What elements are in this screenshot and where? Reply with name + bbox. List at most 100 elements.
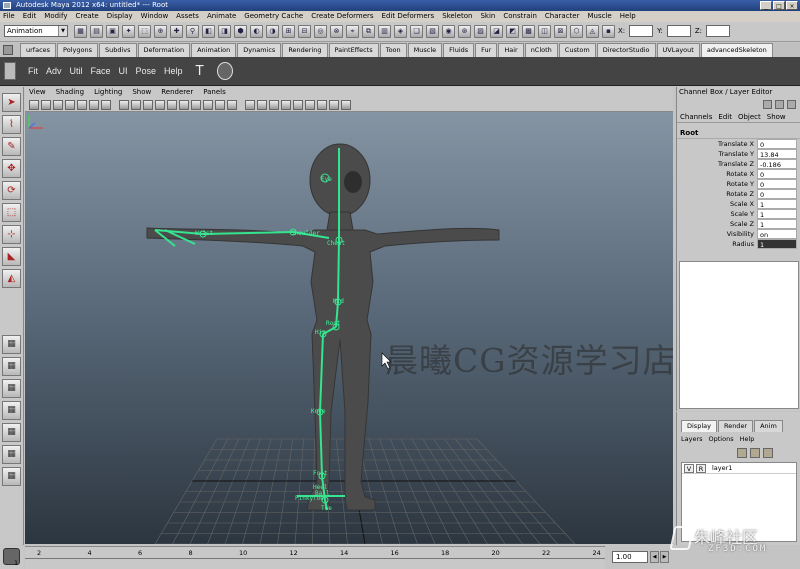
joint-label-mid[interactable]: Mid [333, 298, 344, 305]
layer-tab-render[interactable]: Render [717, 420, 754, 432]
menu-display[interactable]: Display [107, 11, 133, 22]
shelf-button-face[interactable]: Face [91, 62, 111, 80]
panel-menu-lighting[interactable]: Lighting [94, 87, 122, 98]
channel-menu-edit[interactable]: Edit [718, 111, 732, 122]
channel-name[interactable]: Scale X [677, 199, 757, 209]
shelf-tab-dynamics[interactable]: Dynamics [237, 43, 282, 57]
channel-value-radius[interactable]: 1 [757, 239, 797, 249]
perspective-viewport[interactable]: Eye Wrist Shoulder Chest Mid Root Hip Knee Foot H… [25, 112, 673, 544]
joint-label-toe[interactable]: Toe [321, 505, 332, 512]
lasso-tool-icon[interactable]: ⌇ [2, 115, 21, 134]
channel-value-visibility[interactable]: on [757, 229, 797, 239]
panel-toolbar-icon[interactable] [143, 100, 153, 110]
status-tool-icon[interactable]: ▩ [522, 25, 535, 38]
shelf-button-ui[interactable]: UI [119, 62, 128, 80]
layer-options-icon[interactable] [763, 448, 773, 458]
joint-label-wrist[interactable]: Wrist [195, 230, 213, 237]
layer-name[interactable]: layer1 [712, 464, 732, 472]
panel-menu-panels[interactable]: Panels [203, 87, 226, 98]
channel-value-translate-z[interactable]: -0.186 [757, 159, 797, 169]
menu-skeleton[interactable]: Skeleton [442, 11, 472, 22]
close-button[interactable]: × [786, 1, 798, 10]
uv-layout-icon[interactable]: ▦ [2, 467, 21, 486]
channel-value-rotate-y[interactable]: 0 [757, 179, 797, 189]
last-tool-icon[interactable]: ◣ [2, 247, 21, 266]
scale-tool-icon[interactable]: ⬚ [2, 203, 21, 222]
menu-muscle[interactable]: Muscle [587, 11, 611, 22]
channel-name[interactable]: Translate X [677, 139, 757, 149]
status-tool-icon[interactable]: ▪ [602, 25, 615, 38]
panel-toolbar-icon[interactable] [245, 100, 255, 110]
status-tool-icon[interactable]: ▣ [106, 25, 119, 38]
menu-constrain[interactable]: Constrain [503, 11, 537, 22]
channel-name[interactable]: Rotate Z [677, 189, 757, 199]
shelf-tab-rendering[interactable]: Rendering [282, 43, 328, 57]
channel-value-scale-y[interactable]: 1 [757, 209, 797, 219]
panel-toolbar-icon[interactable] [101, 100, 111, 110]
tpose-icon[interactable]: T [191, 62, 209, 80]
panel-toolbar-icon[interactable] [317, 100, 327, 110]
status-tool-icon[interactable]: ◎ [314, 25, 327, 38]
menu-animate[interactable]: Animate [207, 11, 236, 22]
layer-reference-toggle[interactable]: R [696, 463, 706, 473]
panel-toolbar-icon[interactable] [269, 100, 279, 110]
channel-value-scale-x[interactable]: 1 [757, 199, 797, 209]
shelf-tab-directorstudio[interactable]: DirectorStudio [596, 43, 656, 57]
manipulator-tool-icon[interactable]: ⊹ [2, 225, 21, 244]
layer-tab-anim[interactable]: Anim [754, 420, 783, 432]
channel-name[interactable]: Rotate X [677, 169, 757, 179]
menu-window[interactable]: Window [141, 11, 169, 22]
paint-tool-icon[interactable]: ✎ [2, 137, 21, 156]
menu-file[interactable]: File [3, 11, 15, 22]
panel-toolbar-icon[interactable] [179, 100, 189, 110]
channel-name[interactable]: Rotate Y [677, 179, 757, 189]
status-tool-icon[interactable]: ❑ [410, 25, 423, 38]
joint-label-foot[interactable]: Foot [313, 470, 327, 477]
menu-set-dropdown[interactable]: Animation ▼ [4, 25, 68, 37]
shelf-menu-button[interactable] [4, 62, 16, 80]
minimize-button[interactable]: _ [760, 1, 772, 10]
status-tool-icon[interactable]: ◪ [490, 25, 503, 38]
layer-menu-layers[interactable]: Layers [681, 434, 703, 444]
coord-y-input[interactable] [666, 25, 691, 37]
status-tool-icon[interactable]: ▦ [74, 25, 87, 38]
channel-name[interactable]: Translate Y [677, 149, 757, 159]
shelf-tab-toon[interactable]: Toon [379, 43, 407, 57]
layer-tab-display[interactable]: Display [681, 420, 717, 432]
status-tool-icon[interactable]: ▨ [474, 25, 487, 38]
shelf-tab-polygons[interactable]: Polygons [57, 43, 98, 57]
time-slider[interactable]: 1 2 4 6 8 10 12 14 16 18 20 22 24 [14, 546, 605, 569]
channel-menu-channels[interactable]: Channels [680, 111, 712, 122]
panel-toolbar-icon[interactable] [293, 100, 303, 110]
status-tool-icon[interactable]: ◫ [538, 25, 551, 38]
channel-menu-show[interactable]: Show [767, 111, 786, 122]
panel-toolbar-icon[interactable] [53, 100, 63, 110]
panel-toolbar-icon[interactable] [41, 100, 51, 110]
shelf-tab-fluids[interactable]: Fluids [443, 43, 475, 57]
maximize-button[interactable]: □ [773, 1, 785, 10]
joint-label-chest[interactable]: Chest [327, 240, 345, 247]
menu-help[interactable]: Help [620, 11, 636, 22]
status-tool-icon[interactable]: ▧ [426, 25, 439, 38]
status-tool-icon[interactable]: ◑ [266, 25, 279, 38]
menu-edit-deformers[interactable]: Edit Deformers [382, 11, 435, 22]
menu-skin[interactable]: Skin [480, 11, 495, 22]
menu-modify[interactable]: Modify [44, 11, 67, 22]
panel-menu-show[interactable]: Show [132, 87, 151, 98]
status-tool-icon[interactable]: ◨ [218, 25, 231, 38]
coord-x-input[interactable] [629, 25, 654, 37]
panel-toolbar-icon[interactable] [227, 100, 237, 110]
panel-toolbar-icon[interactable] [329, 100, 339, 110]
shelf-tab-painteffects[interactable]: PaintEffects [328, 43, 379, 57]
status-tool-icon[interactable]: ⊛ [458, 25, 471, 38]
layer-menu-options[interactable]: Options [709, 434, 734, 444]
panel-toolbar-icon[interactable] [215, 100, 225, 110]
status-tool-icon[interactable]: ◐ [250, 25, 263, 38]
shelf-tab-advancedskeleton[interactable]: advancedSkeleton [700, 43, 773, 57]
channel-menu-object[interactable]: Object [738, 111, 761, 122]
status-tool-icon[interactable]: ◧ [202, 25, 215, 38]
panel-toolbar-icon[interactable] [281, 100, 291, 110]
shelf-button-help[interactable]: Help [164, 62, 183, 80]
channel-value-translate-x[interactable]: 0 [757, 139, 797, 149]
menu-edit[interactable]: Edit [23, 11, 37, 22]
